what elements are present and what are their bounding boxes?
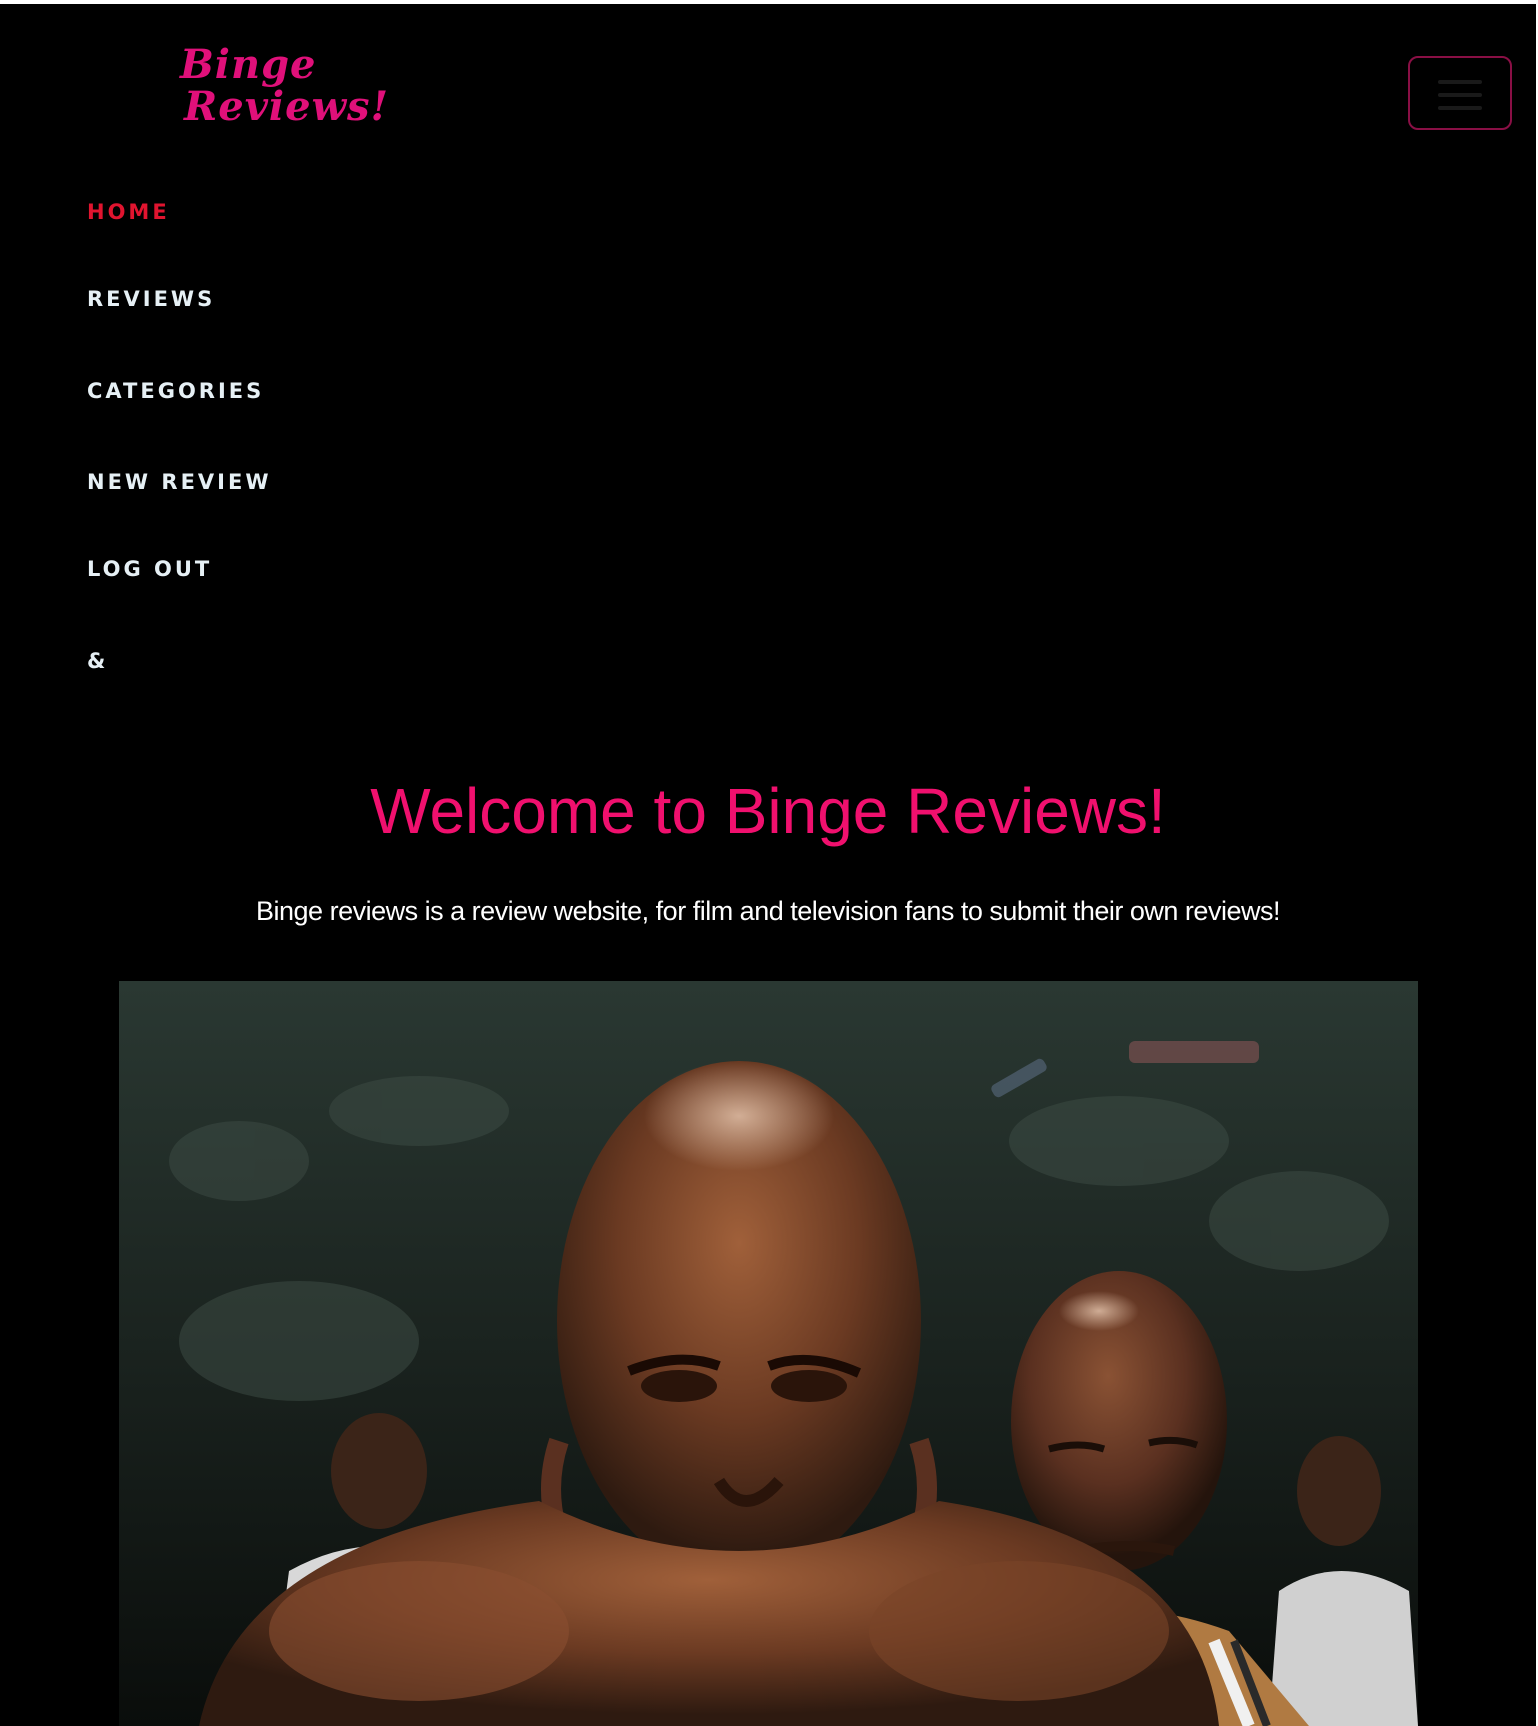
nav-new-review[interactable]: NEW REVIEW (87, 470, 272, 494)
nav-ampersand[interactable]: & (87, 649, 108, 673)
nav-categories[interactable]: CATEGORIES (87, 379, 264, 403)
logo-line-2: Reviews! (184, 83, 390, 130)
nav-reviews[interactable]: REVIEWS (87, 287, 215, 311)
nav-home[interactable]: HOME (87, 200, 170, 224)
nav-log-out[interactable]: LOG OUT (87, 557, 212, 581)
page: Binge Reviews! HOME REVIEWS CATEGORIES N… (0, 4, 1536, 1726)
brand-logo[interactable]: Binge Reviews! (180, 44, 400, 136)
logo-line-1: Binge (180, 41, 317, 88)
navbar-toggler-button[interactable] (1408, 56, 1512, 130)
hero-title: Welcome to Binge Reviews! (370, 775, 1166, 847)
hero-movie-image (119, 981, 1418, 1726)
movie-still-image (119, 981, 1418, 1726)
hero-subtitle: Binge reviews is a review website, for f… (256, 896, 1280, 926)
